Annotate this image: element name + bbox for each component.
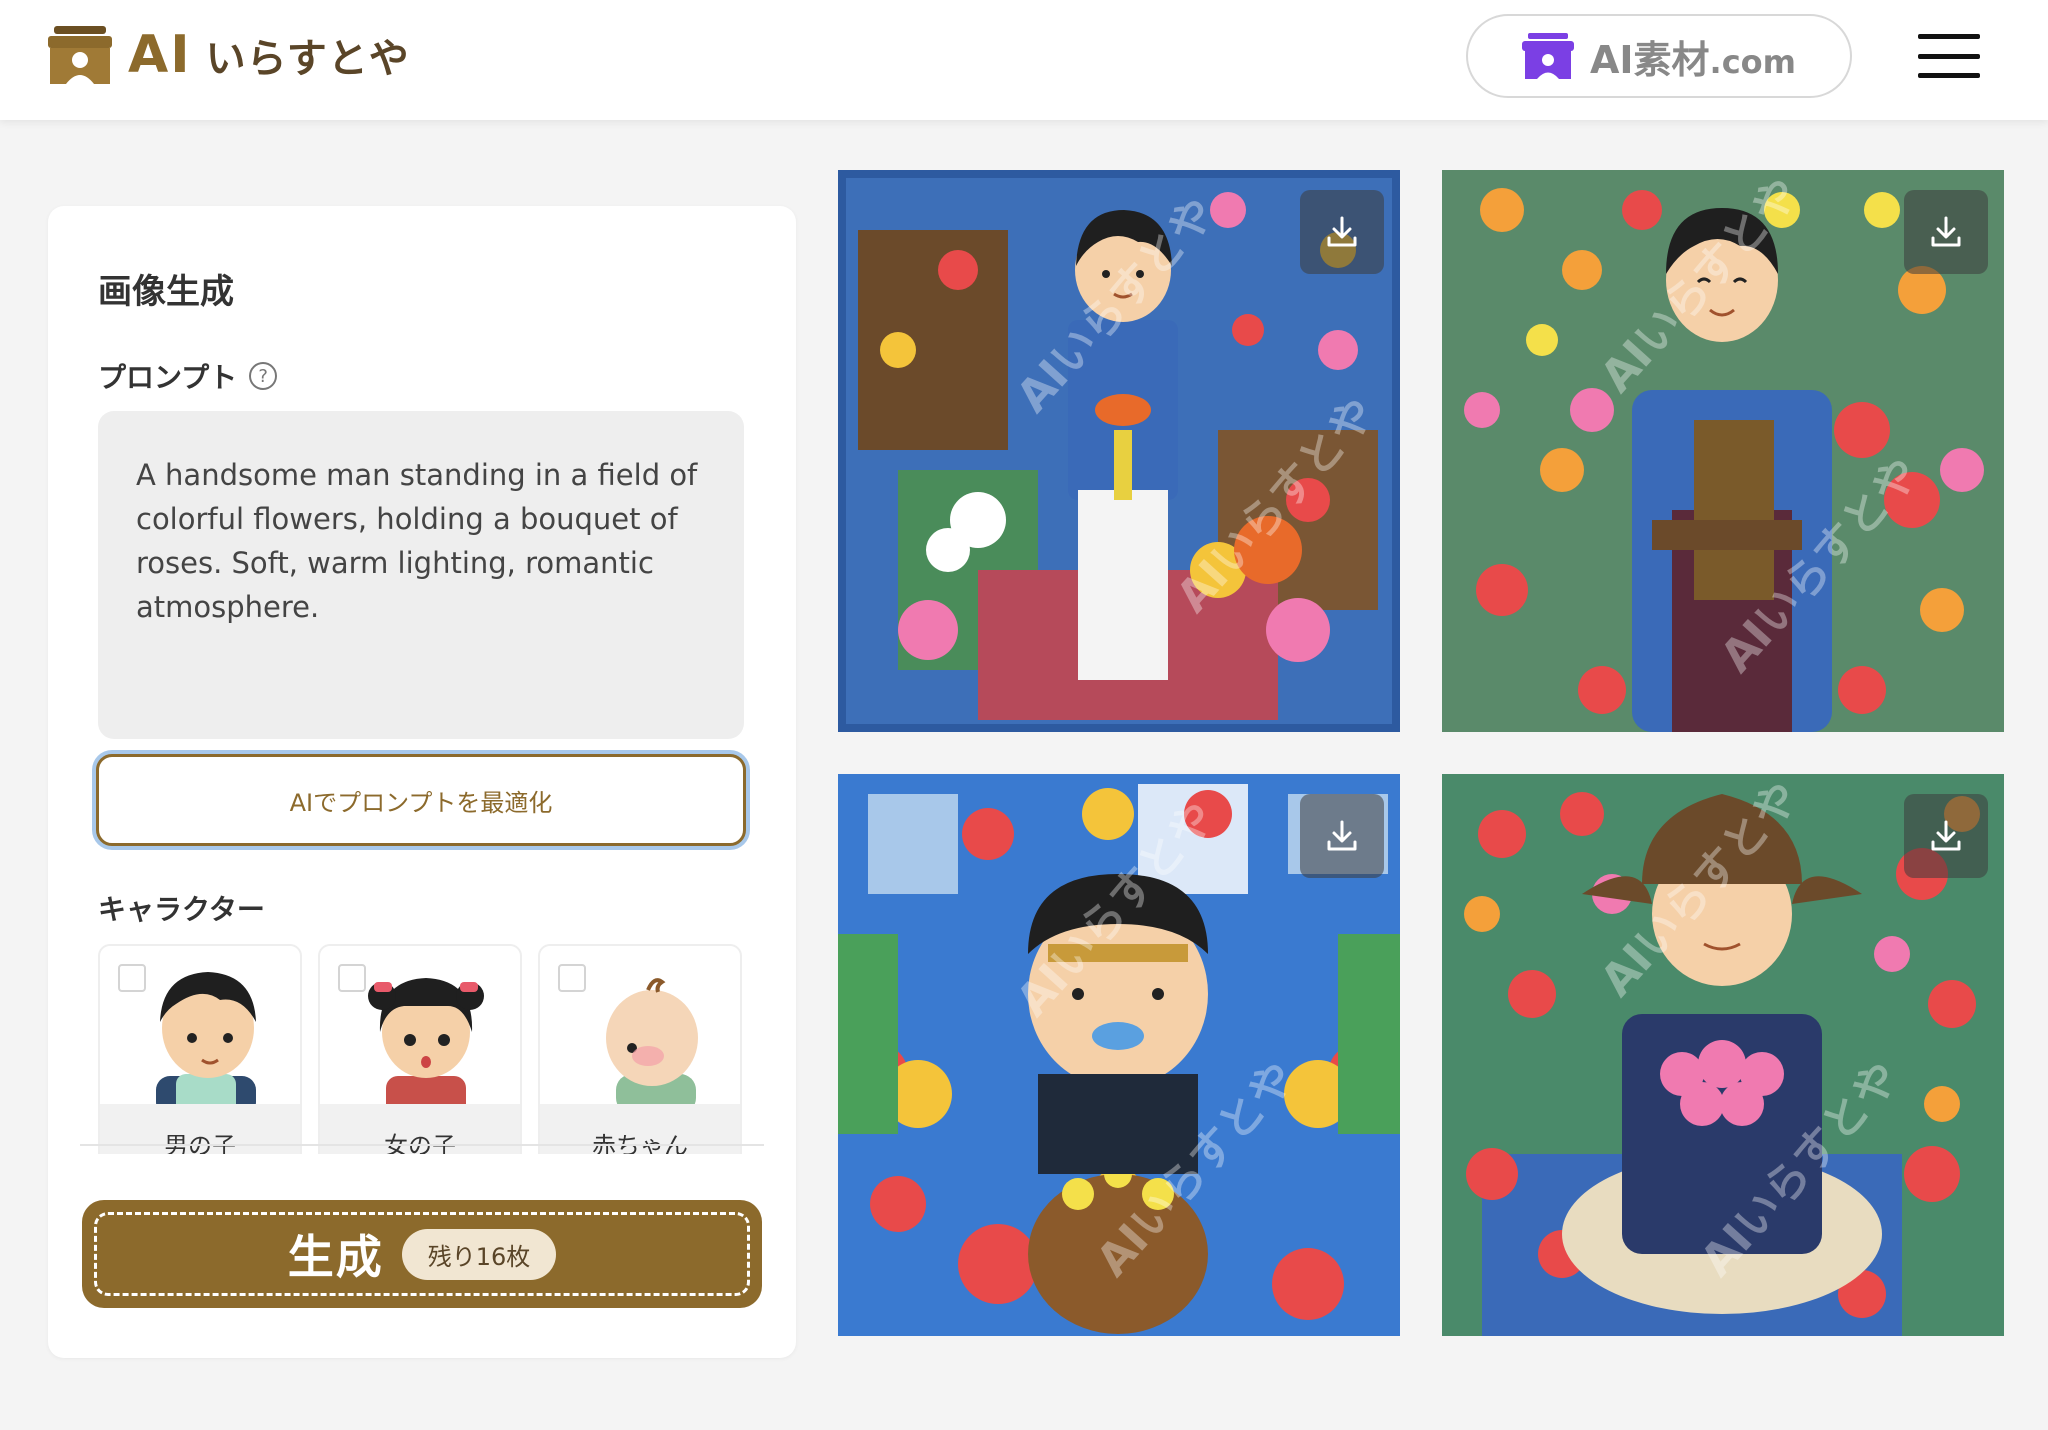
download-icon[interactable] xyxy=(1300,190,1384,274)
ai-sozai-link-button[interactable]: AI素材.com xyxy=(1466,14,1852,98)
shop-icon xyxy=(48,26,112,84)
divider xyxy=(80,1144,764,1146)
sozai-shop-icon xyxy=(1521,33,1574,79)
header: AI いらすとや AI素材.com xyxy=(0,0,2048,120)
prompt-label: プロンプト ? xyxy=(98,356,278,396)
generate-label: 生成 xyxy=(287,1230,384,1284)
generated-image-1[interactable]: AIいらすとや AIいらすとや xyxy=(838,170,1400,732)
hamburger-icon[interactable] xyxy=(1918,34,1980,78)
character-card-baby[interactable]: 赤ちゃん xyxy=(538,944,742,1154)
site-logo[interactable]: AI いらすとや xyxy=(46,20,410,90)
prompt-input[interactable]: A handsome man standing in a field of co… xyxy=(98,411,744,739)
image-generation-panel: 画像生成 プロンプト ? A handsome man standing in … xyxy=(48,206,796,1358)
generated-image-3[interactable]: AIいらすとや AIいらすとや xyxy=(838,774,1400,1336)
character-name: 赤ちゃん xyxy=(540,1104,740,1154)
question-circle-icon[interactable]: ? xyxy=(249,362,278,390)
logo-site-name: いらすとや xyxy=(205,36,410,82)
girl-illustration xyxy=(368,978,484,1106)
character-label: キャラクター xyxy=(98,893,265,926)
generate-button[interactable]: 生成 残り16枚 xyxy=(82,1200,762,1308)
panel-title: 画像生成 xyxy=(98,272,234,312)
character-name: 男の子 xyxy=(100,1104,300,1154)
optimize-prompt-button[interactable]: AIでプロンプトを最適化 xyxy=(96,754,746,846)
remaining-count-badge: 残り16枚 xyxy=(401,1228,557,1280)
baby-illustration xyxy=(606,978,698,1106)
download-icon[interactable] xyxy=(1904,190,1988,274)
generated-image-2[interactable]: AIいらすとや AIいらすとや xyxy=(1442,170,2004,732)
download-icon[interactable] xyxy=(1904,794,1988,878)
download-icon[interactable] xyxy=(1300,794,1384,878)
character-grid: 男の子 女の子 赤ちゃん xyxy=(98,944,746,1154)
character-name: 女の子 xyxy=(320,1104,520,1154)
generated-image-4[interactable]: AIいらすとや AIいらすとや xyxy=(1442,774,2004,1336)
boy-illustration xyxy=(156,972,256,1106)
character-card-girl[interactable]: 女の子 xyxy=(318,944,522,1154)
character-card-boy[interactable]: 男の子 xyxy=(98,944,302,1154)
logo-ai-text: AI xyxy=(128,25,192,85)
sozai-label: AI素材.com xyxy=(1589,37,1796,82)
